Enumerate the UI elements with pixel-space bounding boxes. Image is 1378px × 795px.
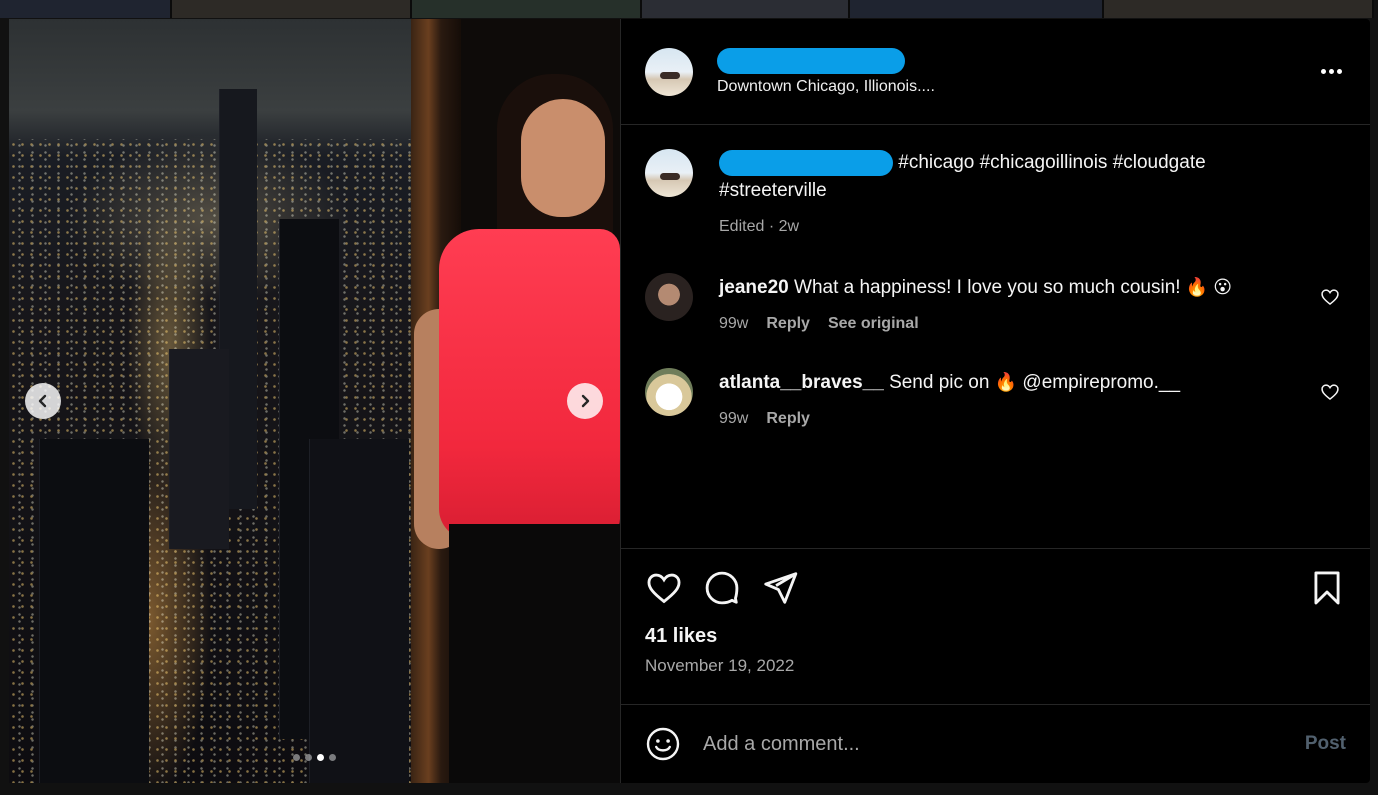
comment-input[interactable] — [703, 732, 1305, 756]
redacted-username — [717, 47, 905, 74]
comment-time: 99w — [719, 315, 749, 332]
carousel-next-button[interactable] — [567, 383, 603, 419]
skyscraper — [39, 439, 149, 783]
post-side-panel: Downtown Chicago, Illionois.... #chicago… — [620, 19, 1370, 783]
author-avatar[interactable] — [645, 149, 693, 197]
carousel-dot-active — [317, 754, 324, 761]
share-send-icon[interactable] — [761, 569, 799, 607]
like-count[interactable]: 41 likes — [645, 625, 1346, 648]
post-header: Downtown Chicago, Illionois.... — [621, 19, 1370, 125]
post-modal: Downtown Chicago, Illionois.... #chicago… — [9, 19, 1370, 783]
carousel-dot — [305, 754, 312, 761]
skyscraper — [169, 349, 229, 549]
more-options-icon[interactable] — [1316, 57, 1346, 87]
commenter-avatar[interactable] — [645, 368, 693, 416]
save-bookmark-icon[interactable] — [1308, 569, 1346, 607]
reply-button[interactable]: Reply — [766, 405, 810, 433]
caption-hashtags[interactable]: #chicago #chicagoillinois #cloudgate — [898, 152, 1205, 173]
comment-emojis: 🔥 😮 — [1185, 277, 1233, 297]
bg-thumb — [412, 0, 642, 18]
bg-thumb — [0, 0, 172, 18]
comment-username[interactable]: atlanta__braves__ — [719, 372, 884, 393]
comment-emoji: 🔥 — [994, 372, 1018, 392]
post-photo — [9, 19, 620, 783]
reply-button[interactable]: Reply — [766, 310, 810, 338]
comment-item: atlanta__braves__ Send pic on 🔥 @empirep… — [645, 368, 1346, 433]
emoji-picker-icon[interactable] — [645, 726, 681, 762]
post-date: November 19, 2022 — [645, 656, 795, 675]
person-pants — [449, 524, 620, 783]
comment-time: 99w — [719, 410, 749, 427]
redacted-username — [719, 149, 893, 176]
comment-username[interactable]: jeane20 — [719, 277, 789, 298]
caption: #chicago #chicagoillinois #cloudgate #st… — [645, 149, 1346, 241]
comments-section: #chicago #chicagoillinois #cloudgate #st… — [621, 125, 1370, 549]
see-original-button[interactable]: See original — [828, 310, 919, 338]
comment-text: What a happiness! I love you so much cou… — [794, 277, 1181, 298]
caption-meta: Edited · 2w — [719, 218, 800, 235]
carousel-dots — [9, 754, 620, 761]
like-heart-icon[interactable] — [645, 569, 683, 607]
post-comment-button[interactable]: Post — [1305, 733, 1346, 755]
comment-bubble-icon[interactable] — [703, 569, 741, 607]
comment-item: jeane20 What a happiness! I love you so … — [645, 273, 1346, 338]
author-avatar[interactable] — [645, 47, 693, 96]
skyscraper — [309, 439, 409, 783]
post-location[interactable]: Downtown Chicago, Illionois.... — [717, 78, 1316, 96]
carousel-dot — [293, 754, 300, 761]
bg-thumb — [850, 0, 1104, 18]
comment-mention[interactable]: @empirepromo.__ — [1022, 372, 1180, 393]
comment-text: Send pic on — [889, 372, 990, 393]
bg-thumb — [1104, 0, 1374, 18]
commenter-avatar[interactable] — [645, 273, 693, 321]
person-face — [521, 99, 605, 217]
carousel-dot — [329, 754, 336, 761]
comment-composer: Post — [621, 705, 1370, 783]
caption-hashtags-2[interactable]: #streeterville — [719, 180, 827, 201]
heart-icon[interactable] — [1320, 382, 1340, 402]
carousel-prev-button[interactable] — [25, 383, 61, 419]
post-actions: 41 likes November 19, 2022 — [621, 549, 1370, 705]
chevron-right-icon — [581, 394, 590, 408]
heart-icon[interactable] — [1320, 287, 1340, 307]
chevron-left-icon — [38, 394, 47, 408]
bg-thumb — [642, 0, 850, 18]
bg-thumb — [172, 0, 412, 18]
